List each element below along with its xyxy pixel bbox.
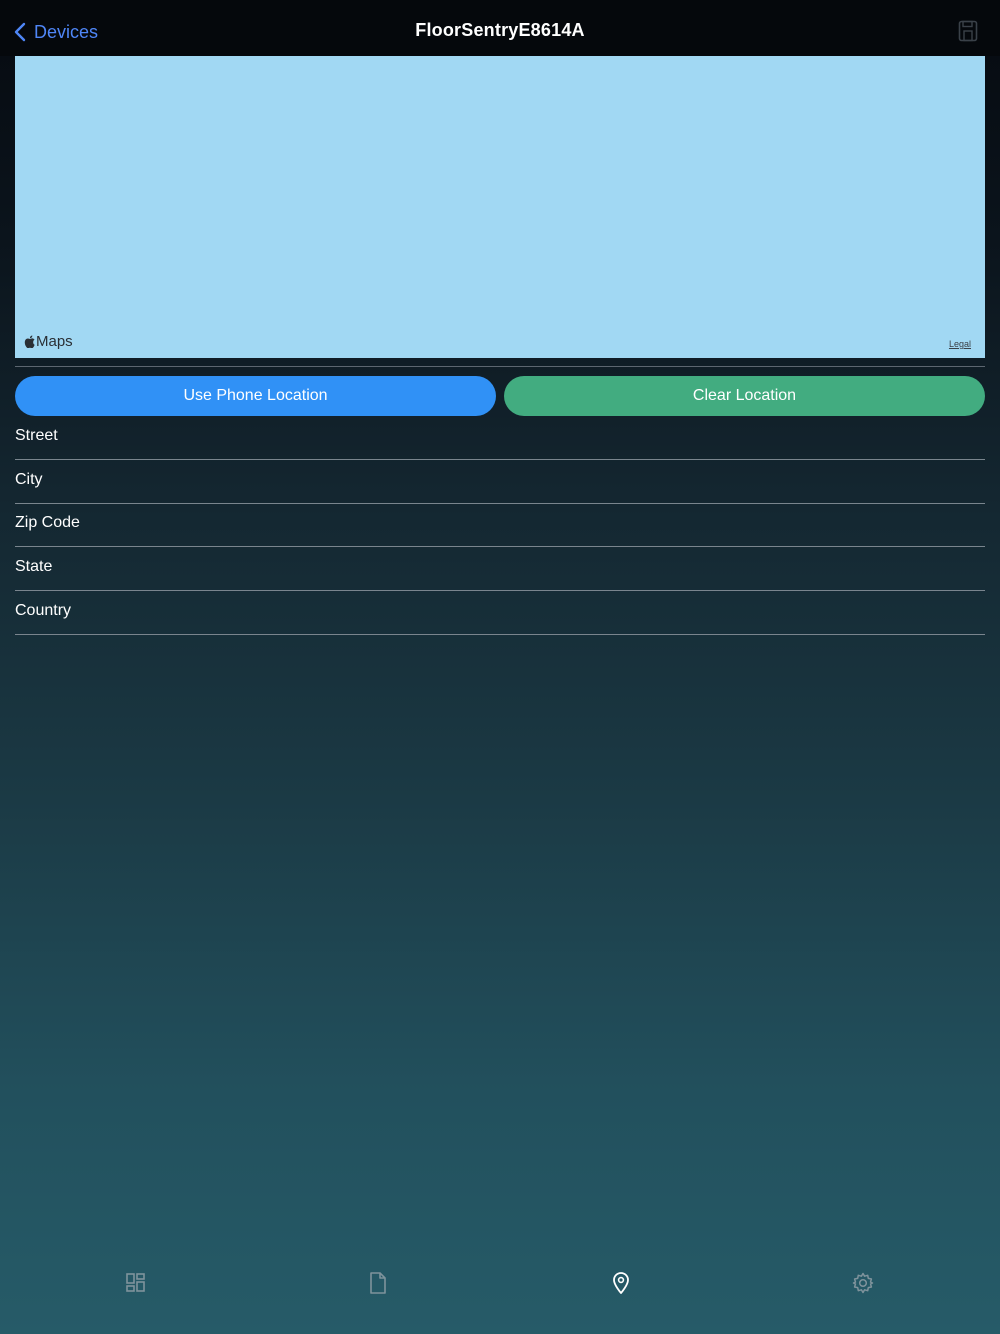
use-phone-location-button[interactable]: Use Phone Location <box>15 376 496 416</box>
divider <box>15 366 985 367</box>
tab-settings[interactable] <box>842 1262 884 1304</box>
zip-code-input[interactable] <box>15 504 985 542</box>
gear-icon <box>852 1272 874 1294</box>
map-view[interactable]: Maps Legal <box>15 56 985 358</box>
city-field <box>15 461 985 504</box>
page-title: FloorSentryE8614A <box>415 20 585 40</box>
maps-attribution: Maps <box>24 333 73 350</box>
street-field <box>15 417 985 460</box>
clear-location-button[interactable]: Clear Location <box>504 376 985 416</box>
save-icon[interactable] <box>958 20 978 42</box>
dashboard-grid-icon <box>126 1273 145 1292</box>
location-pin-icon <box>613 1272 629 1294</box>
city-input[interactable] <box>15 461 985 499</box>
legal-link[interactable]: Legal <box>949 339 971 349</box>
maps-label: Maps <box>36 333 73 350</box>
country-field <box>15 592 985 635</box>
zip-code-field <box>15 504 985 547</box>
state-input[interactable] <box>15 548 985 586</box>
tab-location[interactable] <box>600 1262 642 1304</box>
document-icon <box>370 1272 386 1294</box>
tab-document[interactable] <box>357 1262 399 1304</box>
country-input[interactable] <box>15 592 985 630</box>
tab-dashboard[interactable] <box>115 1262 157 1304</box>
state-field <box>15 548 985 591</box>
apple-logo-icon <box>24 335 35 348</box>
navigation-bar: Devices FloorSentryE8614A <box>0 0 1000 56</box>
tab-bar <box>0 1262 1000 1304</box>
street-input[interactable] <box>15 417 985 455</box>
